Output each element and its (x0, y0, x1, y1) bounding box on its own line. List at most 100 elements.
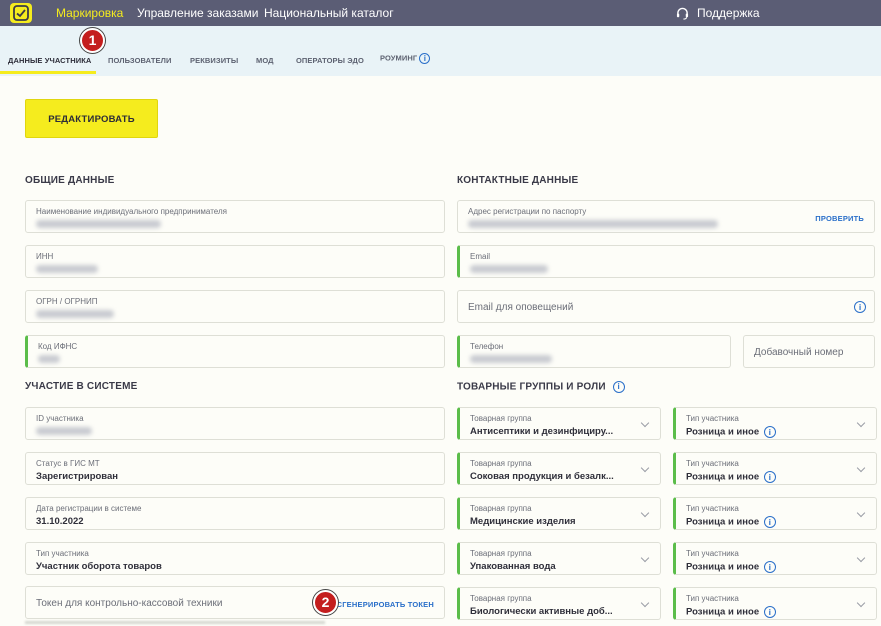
field-label: Код ИФНС (38, 342, 78, 351)
participant-role-select[interactable]: Тип участника Розница и иное i (673, 452, 877, 485)
goods-group-value: Биологически активные доб... (470, 606, 613, 617)
ifns-code-field[interactable]: Код ИФНС (25, 335, 445, 368)
role-value: Розница и иное i (686, 471, 776, 483)
role-value: Розница и иное i (686, 606, 776, 618)
redacted-value (36, 310, 114, 318)
info-icon[interactable]: i (419, 53, 431, 64)
role-value: Розница и иное i (686, 426, 776, 438)
email-field[interactable]: Email (457, 245, 875, 278)
participant-id-field[interactable]: ID участника (25, 407, 445, 440)
check-address-link[interactable]: ПРОВЕРИТЬ (815, 214, 864, 223)
info-icon[interactable]: i (763, 471, 776, 483)
participant-role-select[interactable]: Тип участника Розница и иное i (673, 407, 877, 440)
support-label: Поддержка (697, 6, 760, 20)
field-placeholder: Добавочный номер (754, 347, 844, 358)
tab-requisites[interactable]: РЕКВИЗИТЫ (190, 56, 238, 65)
kkt-token-field[interactable]: Токен для контрольно-кассовой техники СГ… (25, 586, 445, 619)
gis-status-field[interactable]: Статус в ГИС МТ Зарегистрирован (25, 452, 445, 485)
participant-role-select[interactable]: Тип участника Розница и иное i (673, 497, 877, 530)
goods-group-select[interactable]: Товарная группа Медицинские изделия (457, 497, 661, 530)
edit-button[interactable]: РЕДАКТИРОВАТЬ (25, 99, 158, 138)
nav-national-catalog[interactable]: Национальный каталог (264, 6, 394, 20)
chevron-down-icon (856, 553, 866, 563)
field-label: Тип участника (686, 414, 739, 423)
role-value-text: Розница и иное (686, 471, 760, 483)
field-label: ID участника (36, 414, 84, 423)
support-link[interactable]: Поддержка (676, 6, 760, 20)
field-placeholder: Токен для контрольно-кассовой техники (36, 598, 223, 609)
active-tab-indicator (0, 71, 96, 74)
top-bar: Маркировка Управление заказами Националь… (0, 0, 881, 26)
field-label: Статус в ГИС МТ (36, 459, 100, 468)
tab-roaming[interactable]: РОУМИНГ i (380, 53, 431, 64)
redacted-value (36, 265, 98, 273)
tab-mod[interactable]: МОД (256, 56, 274, 65)
participant-role-select[interactable]: Тип участника Розница и иное i (673, 542, 877, 575)
goods-group-value: Антисептики и дезинфициру... (470, 426, 614, 437)
section-title-general: ОБЩИЕ ДАННЫЕ (25, 175, 115, 186)
info-icon[interactable]: i (854, 301, 866, 313)
field-label: Тип участника (686, 459, 739, 468)
entrepreneur-name-field[interactable]: Наименование индивидуального предпринима… (25, 200, 445, 233)
redacted-value (468, 220, 718, 228)
field-label: Адрес регистрации по паспорту (468, 207, 587, 216)
extension-number-field[interactable]: Добавочный номер (743, 335, 875, 368)
info-icon[interactable]: i (612, 381, 625, 393)
field-label: Email (470, 252, 491, 261)
goods-group-select[interactable]: Товарная группа Антисептики и дезинфициру… (457, 407, 661, 440)
field-label: Тип участника (686, 594, 739, 603)
info-icon[interactable]: i (763, 426, 776, 438)
tab-participant-data[interactable]: ДАННЫЕ УЧАСТНИКА (8, 56, 91, 65)
inn-field[interactable]: ИНН (25, 245, 445, 278)
marking-logo-icon[interactable] (10, 3, 32, 23)
notification-email-field[interactable]: Email для оповещений i (457, 290, 875, 323)
section-title-goods: ТОВАРНЫЕ ГРУППЫ И РОЛИ i (457, 381, 625, 393)
info-icon[interactable]: i (763, 561, 776, 573)
generate-token-link[interactable]: СГЕНЕРИРОВАТЬ ТОКЕН (337, 600, 434, 609)
role-value: Розница и иное i (686, 516, 776, 528)
goods-group-select[interactable]: Товарная группа Соковая продукция и безал… (457, 452, 661, 485)
field-value: 31.10.2022 (36, 516, 84, 527)
passport-address-field[interactable]: Адрес регистрации по паспорту ПРОВЕРИТЬ (457, 200, 875, 233)
field-value: Участник оборота товаров (36, 561, 162, 572)
field-label: Тип участника (686, 549, 739, 558)
section-title-goods-label: ТОВАРНЫЕ ГРУППЫ И РОЛИ (457, 381, 606, 393)
goods-group-value: Медицинские изделия (470, 516, 576, 527)
chevron-down-icon (640, 598, 650, 608)
field-value: Зарегистрирован (36, 471, 119, 482)
section-title-contacts: КОНТАКТНЫЕ ДАННЫЕ (457, 175, 579, 186)
ogrn-field[interactable]: ОГРН / ОГРНИП (25, 290, 445, 323)
nav-order-management[interactable]: Управление заказами (137, 6, 258, 20)
chevron-down-icon (856, 463, 866, 473)
field-label: Товарная группа (470, 594, 532, 603)
tab-edo-operators[interactable]: ОПЕРАТОРЫ ЭДО (296, 56, 364, 65)
nav-marking[interactable]: Маркировка (56, 6, 123, 20)
chevron-down-icon (856, 418, 866, 428)
chevron-down-icon (856, 508, 866, 518)
role-value-text: Розница и иное (686, 426, 760, 438)
redacted-value (36, 427, 92, 435)
field-label: ОГРН / ОГРНИП (36, 297, 98, 306)
chevron-down-icon (640, 418, 650, 428)
goods-group-value: Упакованная вода (470, 561, 556, 572)
step-badge-2: 2 (313, 590, 338, 615)
field-label: Товарная группа (470, 459, 532, 468)
field-label: Дата регистрации в системе (36, 504, 142, 513)
phone-field[interactable]: Телефон (457, 335, 731, 368)
field-label: Наименование индивидуального предпринима… (36, 207, 227, 216)
goods-group-select[interactable]: Товарная группа Упакованная вода (457, 542, 661, 575)
role-value: Розница и иное i (686, 561, 776, 573)
cut-off-content (25, 621, 325, 624)
participant-type-field[interactable]: Тип участника Участник оборота товаров (25, 542, 445, 575)
chevron-down-icon (640, 508, 650, 518)
info-icon[interactable]: i (763, 516, 776, 528)
registration-date-field[interactable]: Дата регистрации в системе 31.10.2022 (25, 497, 445, 530)
field-label: Тип участника (36, 549, 89, 558)
goods-group-select[interactable]: Товарная группа Биологически активные доб… (457, 587, 661, 620)
redacted-value (36, 220, 161, 228)
role-value-text: Розница и иное (686, 561, 760, 573)
tab-users[interactable]: ПОЛЬЗОВАТЕЛИ (108, 56, 171, 65)
info-icon[interactable]: i (763, 606, 776, 618)
chevron-down-icon (640, 463, 650, 473)
participant-role-select[interactable]: Тип участника Розница и иное i (673, 587, 877, 620)
